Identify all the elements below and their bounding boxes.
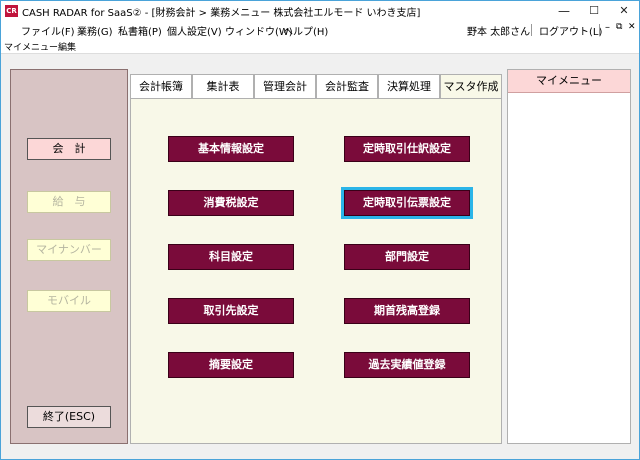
client-settings-button[interactable]: 取引先設定 — [168, 298, 294, 324]
sidebar-item-mynumber[interactable]: マイナンバー — [27, 239, 111, 261]
document-title-bar: マイメニュー編集 — [1, 39, 639, 54]
minimize-button[interactable]: — — [549, 1, 579, 21]
window-title: CASH RADAR for SaaS② - [財務会計 > 業務メニュー 株式… — [22, 8, 421, 19]
tab-accounting-books[interactable]: 会計帳簿 — [130, 74, 192, 98]
past-results-registration-button[interactable]: 過去実績値登録 — [344, 352, 470, 378]
close-button[interactable]: ✕ — [609, 1, 639, 21]
mdi-minimize-button[interactable]: – — [605, 22, 610, 33]
department-settings-button[interactable]: 部門設定 — [344, 244, 470, 270]
sidebar-item-accounting[interactable]: 会 計 — [27, 138, 111, 160]
basic-info-settings-button[interactable]: 基本情報設定 — [168, 136, 294, 162]
tab-bar: 会計帳簿 集計表 管理会計 会計監査 決算処理 マスタ作成 — [130, 74, 502, 99]
menu-separator — [531, 24, 532, 36]
menu-file[interactable]: ファイル(F) — [21, 23, 75, 38]
my-menu-header: マイメニュー — [508, 70, 630, 93]
module-sidebar: 会 計 給 与 マイナンバー モバイル 終了(ESC) — [10, 69, 128, 444]
summary-settings-button[interactable]: 摘要設定 — [168, 352, 294, 378]
sidebar-item-payroll[interactable]: 給 与 — [27, 191, 111, 213]
mdi-restore-button[interactable]: ⧉ — [616, 22, 622, 32]
document-title: マイメニュー編集 — [4, 43, 77, 53]
user-name: 野本 太郎さん — [467, 27, 531, 38]
menu-bar: ファイル(F) 業務(G) 私書箱(P) 個人設定(V) ウィンドウ(W) ヘル… — [1, 21, 639, 39]
my-menu-panel[interactable]: マイメニュー — [507, 69, 631, 444]
recurring-voucher-settings-button[interactable]: 定時取引伝票設定 — [344, 190, 470, 216]
app-window: CR CASH RADAR for SaaS② - [財務会計 > 業務メニュー… — [0, 0, 640, 460]
menu-separator — [599, 24, 600, 36]
consumption-tax-settings-button[interactable]: 消費税設定 — [168, 190, 294, 216]
mdi-close-button[interactable]: ✕ — [628, 22, 636, 32]
sidebar-item-mobile[interactable]: モバイル — [27, 290, 111, 312]
tab-master-creation[interactable]: マスタ作成 — [440, 74, 502, 99]
menu-work[interactable]: 業務(G) — [77, 23, 113, 38]
exit-button[interactable]: 終了(ESC) — [27, 406, 111, 428]
tab-content-panel: 基本情報設定 消費税設定 科目設定 取引先設定 摘要設定 定時取引仕訳設定 定時… — [130, 98, 502, 444]
app-logo-icon: CR — [5, 5, 18, 17]
tab-accounting-audit[interactable]: 会計監査 — [316, 74, 378, 98]
menu-mailbox[interactable]: 私書箱(P) — [118, 23, 162, 38]
main-area: 会 計 給 与 マイナンバー モバイル 終了(ESC) 会計帳簿 集計表 管理会… — [1, 54, 639, 459]
account-settings-button[interactable]: 科目設定 — [168, 244, 294, 270]
logout-link[interactable]: ログアウト(L) — [539, 23, 602, 38]
maximize-button[interactable]: ☐ — [579, 1, 609, 21]
tab-summary-tables[interactable]: 集計表 — [192, 74, 254, 98]
menu-personal-settings[interactable]: 個人設定(V) — [167, 23, 222, 38]
tab-management-accounting[interactable]: 管理会計 — [254, 74, 316, 98]
tab-closing[interactable]: 決算処理 — [378, 74, 440, 98]
menu-help[interactable]: ヘルプ(H) — [283, 23, 328, 38]
recurring-journal-settings-button[interactable]: 定時取引仕訳設定 — [344, 136, 470, 162]
title-bar[interactable]: CR CASH RADAR for SaaS② - [財務会計 > 業務メニュー… — [1, 1, 639, 21]
opening-balance-registration-button[interactable]: 期首残高登録 — [344, 298, 470, 324]
